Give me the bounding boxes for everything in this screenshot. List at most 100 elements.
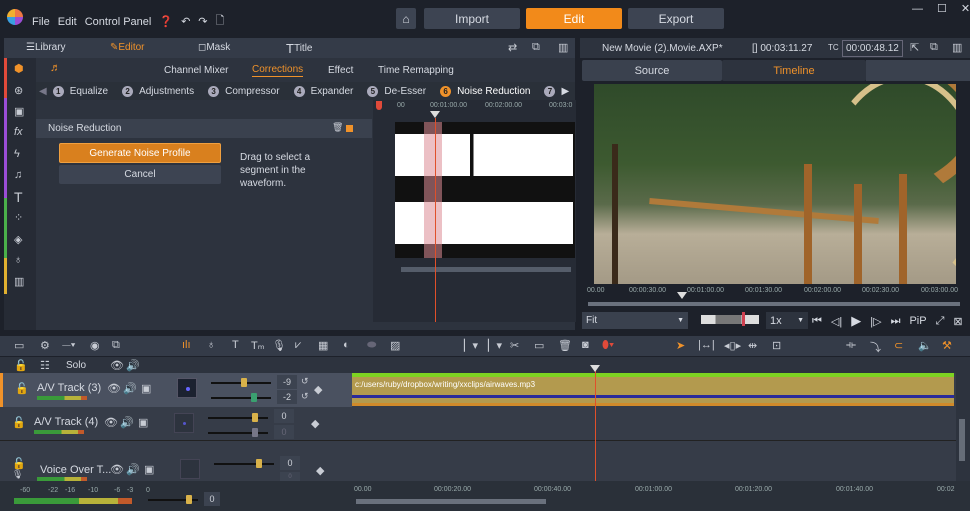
track-header[interactable]: 🔓 A/V Track (4) 👁 🔊 ▣ 0 0 ◆ — [0, 407, 352, 441]
storyboard-icon[interactable]: ▭ — [534, 339, 544, 352]
panner[interactable] — [180, 459, 200, 479]
speaker-icon[interactable]: 🔊 — [126, 463, 140, 476]
step-back-icon[interactable]: ◁| — [831, 315, 842, 328]
volume-slider[interactable] — [214, 459, 274, 468]
panner[interactable] — [174, 413, 194, 433]
volume-value[interactable]: -9 — [277, 375, 297, 389]
disc-icon[interactable]: ◉ — [90, 339, 100, 352]
ripple-icon[interactable]: |↔| — [698, 339, 715, 351]
document-icon[interactable]: 🗋 — [216, 12, 225, 31]
vertical-scrollbar[interactable] — [956, 373, 970, 481]
speaker-icon[interactable]: 🔊 — [123, 382, 137, 395]
speaker-icon[interactable]: 🔊 — [126, 359, 140, 372]
step-adjustments[interactable]: 2 Adjustments — [122, 85, 194, 97]
undo-icon[interactable]: ↶ — [181, 15, 190, 28]
solo-label[interactable]: Solo — [66, 360, 86, 371]
select-tool-icon[interactable]: ➤ — [676, 339, 685, 352]
subtab-time-remapping[interactable]: Time Remapping — [378, 65, 454, 76]
lock-icon[interactable]: 🔓 — [15, 382, 29, 395]
balance-value[interactable]: 0 — [280, 472, 300, 481]
layers-icon[interactable]: ◈ — [14, 233, 22, 246]
maximize-button[interactable]: ☐ — [937, 2, 947, 15]
slip-icon[interactable]: ◂▯▸ — [724, 339, 741, 352]
timecode-field[interactable]: 00:00:48.12 — [842, 40, 903, 57]
detach-icon[interactable]: ⧉ — [532, 41, 540, 54]
scroll-right-icon[interactable]: ▶ — [561, 86, 569, 97]
track-name[interactable]: A/V Track (3) — [37, 382, 101, 394]
help-icon[interactable]: ❓ — [159, 15, 173, 28]
fullscreen-icon[interactable]: ⤢ — [936, 315, 945, 328]
tab-title[interactable]: T Title — [286, 41, 312, 56]
snapshot-icon[interactable]: ◙ — [582, 339, 589, 351]
tab-library[interactable]: ☰ Library — [26, 42, 66, 53]
add-marker-icon[interactable]: ⬮▾ — [602, 339, 614, 352]
track-header[interactable]: 🔓 A/V Track (3) 👁 🔊 ▣ -9 -2 ↺ ↺ ◆ — [0, 373, 352, 407]
microphone-icon[interactable]: 🎙 — [12, 469, 23, 480]
motion-icon[interactable]: ⩗ — [295, 339, 301, 352]
master-volume-value[interactable]: 0 — [204, 492, 220, 506]
marker-out-icon[interactable]: ▏▾ — [488, 339, 502, 352]
color-icon[interactable]: ◐ — [343, 339, 350, 351]
title-icon[interactable]: T — [232, 339, 239, 351]
insert-icon[interactable]: ⤵ — [870, 339, 881, 355]
text-icon[interactable]: T — [14, 189, 23, 205]
film-reel-icon[interactable]: ⊛ — [14, 84, 23, 97]
track-header[interactable]: 🔓 🎙 Voice Over T... 👁 🔊 ▣ 0 0 ◆ — [0, 441, 352, 481]
waveform[interactable] — [395, 122, 575, 258]
master-volume-slider[interactable] — [148, 495, 198, 504]
volume-value[interactable]: 0 — [274, 409, 294, 423]
shuttle-control[interactable] — [701, 312, 759, 326]
link-icon[interactable]: ⬬ — [367, 339, 376, 352]
scorefitter-icon[interactable]: ♁ — [207, 339, 215, 351]
keyframe-icon[interactable]: ◆ — [311, 417, 319, 430]
fit-dropdown[interactable]: Fit ▼ — [582, 312, 688, 329]
export-button[interactable]: Export — [628, 8, 724, 29]
fit-frame-icon[interactable]: ⊡ — [772, 339, 781, 352]
monitor-icon[interactable]: ▣ — [138, 416, 148, 429]
audio-clip[interactable]: c:/users/ruby/dropbox/writing/xxclips/ai… — [352, 373, 954, 406]
track-name[interactable]: A/V Track (4) — [34, 416, 98, 428]
go-start-icon[interactable]: ⏮ — [812, 315, 822, 328]
balance-slider[interactable] — [208, 428, 268, 437]
balance-value[interactable]: 0 — [274, 425, 294, 439]
trash-icon[interactable]: 🗑 — [558, 339, 572, 352]
step-noise-reduction[interactable]: 6 Noise Reduction — [440, 85, 530, 97]
step-forward-icon[interactable]: |▷ — [870, 315, 881, 328]
slide-icon[interactable]: ⇹ — [748, 339, 757, 352]
corrections-icon[interactable]: ⬢ — [14, 62, 24, 75]
play-icon[interactable]: ▶ — [851, 313, 861, 329]
delete-icon[interactable]: 🗑 — [332, 122, 343, 133]
audio-fx-icon[interactable]: ♁ — [14, 254, 22, 266]
reset-icon[interactable]: ↺ — [301, 391, 309, 402]
subtab-corrections[interactable]: Corrections — [252, 64, 304, 77]
split-icon[interactable]: ⟛ — [846, 339, 856, 352]
subtab-effect[interactable]: Effect — [328, 65, 353, 76]
edit-button[interactable]: Edit — [526, 8, 622, 29]
tab-mask[interactable]: ◻ Mask — [198, 42, 230, 53]
keyframe-icon[interactable]: ◆ — [316, 464, 324, 477]
marker-icon[interactable] — [376, 101, 382, 110]
playhead-icon[interactable] — [430, 111, 440, 118]
go-end-icon[interactable]: ⏭ — [891, 315, 901, 328]
eye-icon[interactable]: 👁 — [110, 463, 124, 476]
balance-slider[interactable] — [211, 393, 271, 402]
volume-slider[interactable] — [208, 413, 268, 422]
subtab-channel-mixer[interactable]: Channel Mixer — [164, 65, 228, 76]
audio-scrub-icon[interactable]: 🔈 — [918, 339, 932, 352]
audio-mixer-icon[interactable]: ılı — [182, 339, 191, 351]
title-template-icon[interactable]: Tₘ — [251, 339, 265, 352]
close-button[interactable]: ✕ — [961, 2, 970, 15]
video-preview[interactable] — [594, 84, 956, 284]
cancel-button[interactable]: Cancel — [59, 165, 221, 184]
layout-icon[interactable]: ▥ — [558, 41, 568, 54]
track-height-icon[interactable]: ⏤▾ — [62, 339, 75, 352]
timeline-playhead[interactable] — [595, 365, 596, 489]
grid-icon[interactable]: ▦ — [318, 339, 328, 352]
track-name[interactable]: Voice Over T... — [40, 464, 111, 476]
tab-timeline[interactable]: Timeline — [722, 60, 866, 81]
menu-control-panel[interactable]: Control Panel — [85, 16, 152, 28]
step-expander[interactable]: 4 Expander — [293, 85, 353, 97]
preview-scrollbar[interactable] — [588, 302, 960, 306]
minimize-button[interactable]: — — [912, 3, 923, 15]
marker-in-icon[interactable]: ▏▾ — [464, 339, 478, 352]
